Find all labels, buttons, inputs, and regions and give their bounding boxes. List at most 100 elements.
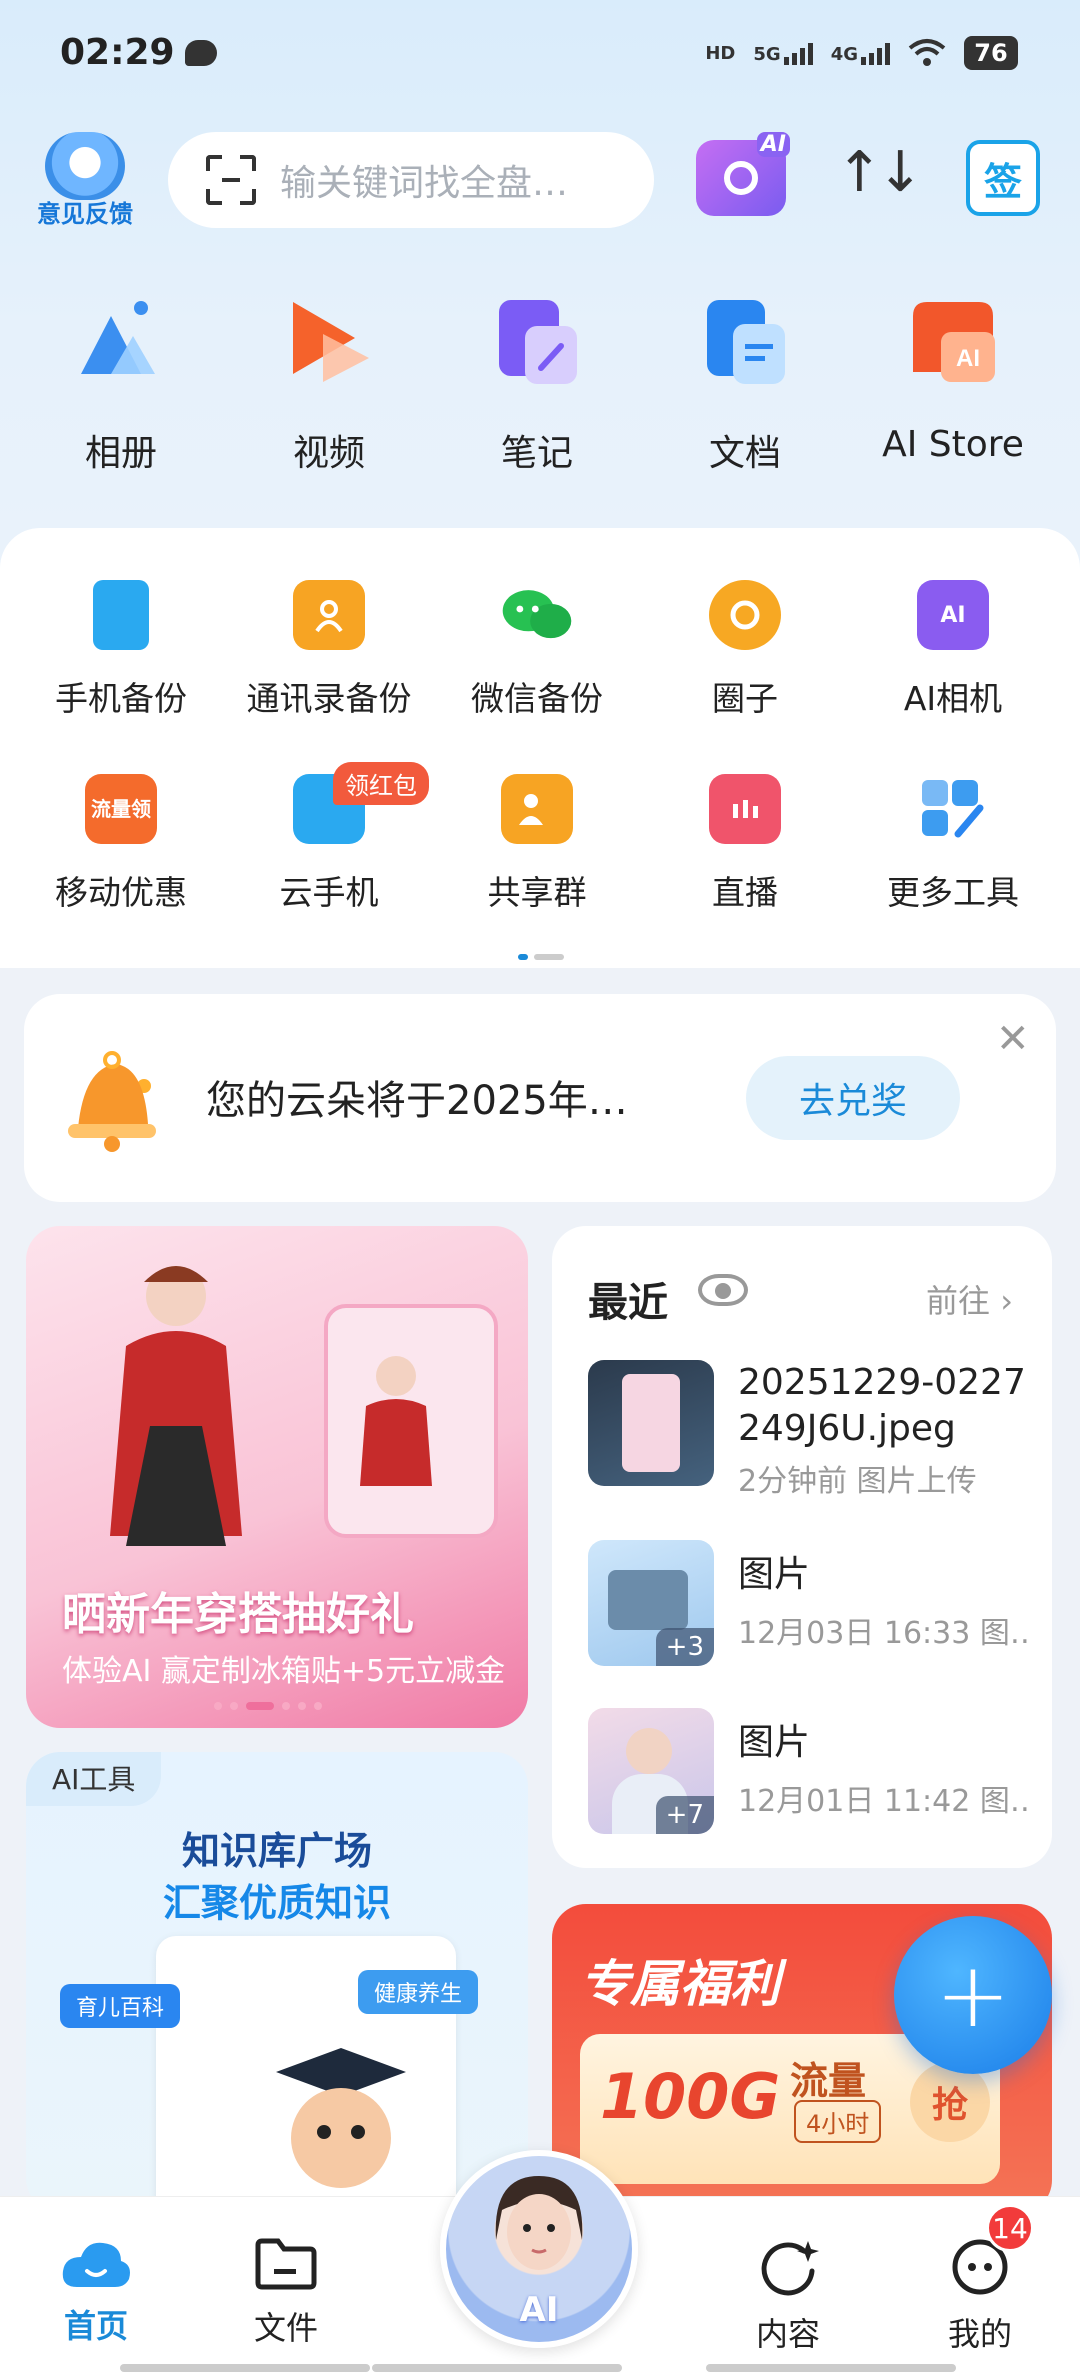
- ai-assistant-button[interactable]: AI: [440, 2150, 638, 2348]
- shortcut-label: 相册: [84, 433, 157, 474]
- folder-icon: [255, 2238, 317, 2290]
- nav-home[interactable]: 首页: [36, 2237, 156, 2347]
- tool-label: 更多工具: [887, 873, 1019, 912]
- recent-go-link[interactable]: 前往 ›: [926, 1276, 1013, 1322]
- tool-cloud-phone[interactable]: 领红包 云手机: [225, 762, 433, 914]
- tool-ai-camera[interactable]: AI AI相机: [849, 580, 1057, 720]
- red-packet-badge[interactable]: 领红包: [333, 762, 429, 805]
- tool-phone-backup[interactable]: 手机备份: [17, 580, 225, 720]
- ai-tool-card[interactable]: AI工具 知识库广场 汇聚优质知识 育儿百科 健康养生: [26, 1752, 528, 2212]
- chip-parenting: 育儿百科: [60, 1984, 181, 2028]
- battery-icon: 76: [964, 36, 1018, 70]
- ai-label: AI: [519, 2290, 559, 2330]
- more-count-badge: +7: [655, 1796, 714, 1834]
- recent-title: 最近: [588, 1280, 668, 1326]
- more-tools-icon: [917, 774, 989, 844]
- tool-circle[interactable]: 圈子: [641, 580, 849, 720]
- tool-label: 微信备份: [471, 679, 603, 718]
- gesture-bar: [372, 2364, 622, 2372]
- share-group-icon: [501, 774, 573, 844]
- tool-label: 圈子: [712, 679, 778, 718]
- file-meta: 12月01日 11:42 图…: [738, 1776, 1028, 1820]
- hd-icon: HD: [705, 42, 736, 64]
- file-time: 12月01日 11:42: [738, 1784, 971, 1819]
- promo-banner[interactable]: 晒新年穿搭抽好礼 体验AI 赢定制冰箱贴+5元立减金: [26, 1226, 528, 1728]
- tools-row-1: 手机备份 通讯录备份 微信备份 圈子 AI AI相机: [0, 580, 1080, 720]
- tool-label: 直播: [712, 873, 778, 912]
- recent-item[interactable]: +3 图片 12月03日 16:33 图…: [588, 1540, 1028, 1670]
- shortcut-label: 视频: [292, 433, 365, 474]
- close-icon[interactable]: ✕: [996, 1016, 1030, 1062]
- tool-label: AI相机: [903, 679, 1003, 718]
- nav-home-label: 首页: [63, 2307, 128, 2345]
- knowledge-title: 知识库广场: [181, 1829, 372, 1873]
- welfare-amount: 100G: [600, 2060, 781, 2133]
- welfare-duration: 4小时: [794, 2100, 882, 2143]
- add-fab[interactable]: +: [894, 1916, 1052, 2074]
- sign-in-button[interactable]: 签: [966, 140, 1040, 216]
- tool-label: 共享群: [487, 873, 587, 912]
- welfare-title: 专属福利: [580, 1955, 780, 2013]
- shortcut-video[interactable]: 视频: [225, 292, 433, 476]
- file-time: 2分钟前: [738, 1464, 848, 1499]
- nav-content[interactable]: 内容: [728, 2237, 848, 2355]
- file-name: 图片: [738, 1554, 811, 1595]
- promo-title: 晒新年穿搭抽好礼: [62, 1589, 414, 1640]
- tool-label: 手机备份: [55, 679, 187, 718]
- bell-icon: [54, 1038, 166, 1158]
- search-bar[interactable]: 输关键词找全盘…: [168, 132, 654, 228]
- transfer-icon[interactable]: ↑↓: [836, 140, 924, 205]
- tool-wechat-backup[interactable]: 微信备份: [433, 580, 641, 720]
- thumbnail: +3: [588, 1540, 714, 1666]
- nav-files[interactable]: 文件: [226, 2237, 346, 2349]
- nav-files-label: 文件: [253, 2309, 318, 2347]
- file-time: 12月03日 16:33: [738, 1616, 971, 1651]
- knowledge-subtitle: 汇聚优质知识: [162, 1881, 391, 1925]
- content-icon: [761, 2241, 819, 2296]
- nav-content-label: 内容: [755, 2315, 820, 2353]
- scan-icon[interactable]: [206, 155, 256, 205]
- ai-store-icon: AI: [903, 292, 1003, 392]
- notification-badge: 14: [986, 2204, 1034, 2252]
- grab-button[interactable]: 抢: [910, 2062, 990, 2142]
- shortcut-ai-store[interactable]: AI AI Store: [849, 292, 1057, 476]
- shortcut-notes[interactable]: 笔记: [433, 292, 641, 476]
- nav-mine[interactable]: 我的: [920, 2237, 1040, 2355]
- signal-4g-icon: 4G: [831, 41, 890, 65]
- contacts-backup-icon: [293, 580, 365, 650]
- redeem-button[interactable]: 去兑奖: [746, 1056, 960, 1140]
- ai-camera-button[interactable]: AI: [696, 132, 790, 216]
- shortcut-label: AI Store: [882, 424, 1024, 465]
- shortcut-album[interactable]: 相册: [17, 292, 225, 476]
- file-source: 图片上传: [856, 1464, 977, 1499]
- recent-item[interactable]: 20251229-0227249J6U.jpeg 2分钟前 图片上传: [588, 1360, 1028, 1499]
- recent-card: 最近 前往 › 20251229-0227249J6U.jpeg 2分钟前 图片…: [552, 1226, 1052, 1868]
- tool-mobile-discount[interactable]: 流量领 移动优惠: [17, 774, 225, 914]
- recent-item[interactable]: +7 图片 12月01日 11:42 图…: [588, 1708, 1028, 1838]
- main-shortcuts: 相册 视频 笔记 文档 AI AI Store: [0, 292, 1080, 476]
- svg-text:AI: AI: [956, 345, 980, 372]
- search-placeholder[interactable]: 输关键词找全盘…: [280, 154, 610, 206]
- graduate-mascot: [276, 2048, 406, 2188]
- eye-icon[interactable]: [698, 1274, 748, 1306]
- chip-health: 健康养生: [358, 1970, 479, 2014]
- video-icon: [279, 292, 379, 392]
- thumbnail: [588, 1360, 714, 1486]
- status-time: 02:29: [60, 32, 217, 73]
- tool-more[interactable]: 更多工具: [849, 774, 1057, 914]
- feedback-button[interactable]: 意见反馈: [30, 132, 140, 229]
- chevron-right-icon: ›: [990, 1282, 1013, 1320]
- document-icon: [695, 292, 795, 392]
- phone-backup-icon: [93, 580, 149, 650]
- ai-tool-tag: AI工具: [26, 1752, 162, 1806]
- tool-live[interactable]: 直播: [641, 774, 849, 914]
- welfare-flow: 流量: [790, 2059, 867, 2103]
- tool-contacts-backup[interactable]: 通讯录备份: [225, 580, 433, 720]
- shortcut-docs[interactable]: 文档: [641, 292, 849, 476]
- camera-lens-icon: [724, 161, 758, 195]
- gesture-bar: [120, 2364, 370, 2372]
- file-source: 图…: [979, 1616, 1028, 1651]
- net-4g-label: 4G: [830, 44, 858, 65]
- ai-camera-badge: AI: [756, 132, 790, 157]
- tool-share-group[interactable]: 共享群: [433, 774, 641, 914]
